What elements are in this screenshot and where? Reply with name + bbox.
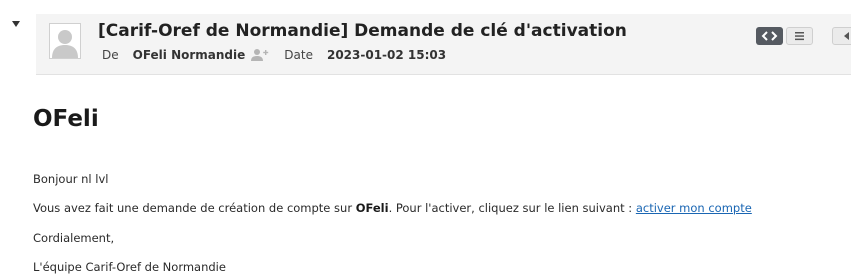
navigate-button[interactable] bbox=[832, 27, 851, 45]
arrow-left-icon bbox=[844, 32, 849, 40]
person-silhouette-icon bbox=[50, 24, 80, 58]
add-contact-icon[interactable] bbox=[250, 48, 270, 62]
code-icon bbox=[761, 31, 778, 41]
app-name: OFeli bbox=[355, 201, 389, 215]
greeting-line: Bonjour nl lvl bbox=[33, 172, 109, 186]
instruction-line: Vous avez fait une demande de création d… bbox=[33, 201, 752, 215]
plain-text-button[interactable] bbox=[786, 27, 813, 45]
collapse-toggle-icon[interactable] bbox=[12, 21, 20, 27]
sender-name[interactable]: OFeli Normandie bbox=[133, 48, 246, 62]
message-body-title: OFeli bbox=[33, 106, 99, 132]
message-header: [Carif-Oref de Normandie] Demande de clé… bbox=[0, 0, 851, 76]
menu-lines-icon bbox=[795, 32, 804, 41]
message-subject: [Carif-Oref de Normandie] Demande de clé… bbox=[98, 21, 627, 41]
avatar bbox=[49, 23, 81, 59]
view-source-button[interactable] bbox=[756, 27, 783, 45]
from-label: De bbox=[102, 48, 119, 62]
message-meta: De OFeli Normandie Date 2023-01-02 15:03 bbox=[102, 48, 446, 62]
date-value: 2023-01-02 15:03 bbox=[326, 48, 447, 62]
instruction-text-start: Vous avez fait une demande de création d… bbox=[33, 201, 356, 215]
instruction-text-end: . Pour l'activer, cliquez sur le lien su… bbox=[388, 201, 636, 215]
closing-line: Cordialement, bbox=[33, 231, 115, 245]
date-label: Date bbox=[284, 48, 313, 62]
signature-line: L'équipe Carif-Oref de Normandie bbox=[33, 260, 226, 274]
activate-account-link[interactable]: activer mon compte bbox=[636, 201, 752, 215]
